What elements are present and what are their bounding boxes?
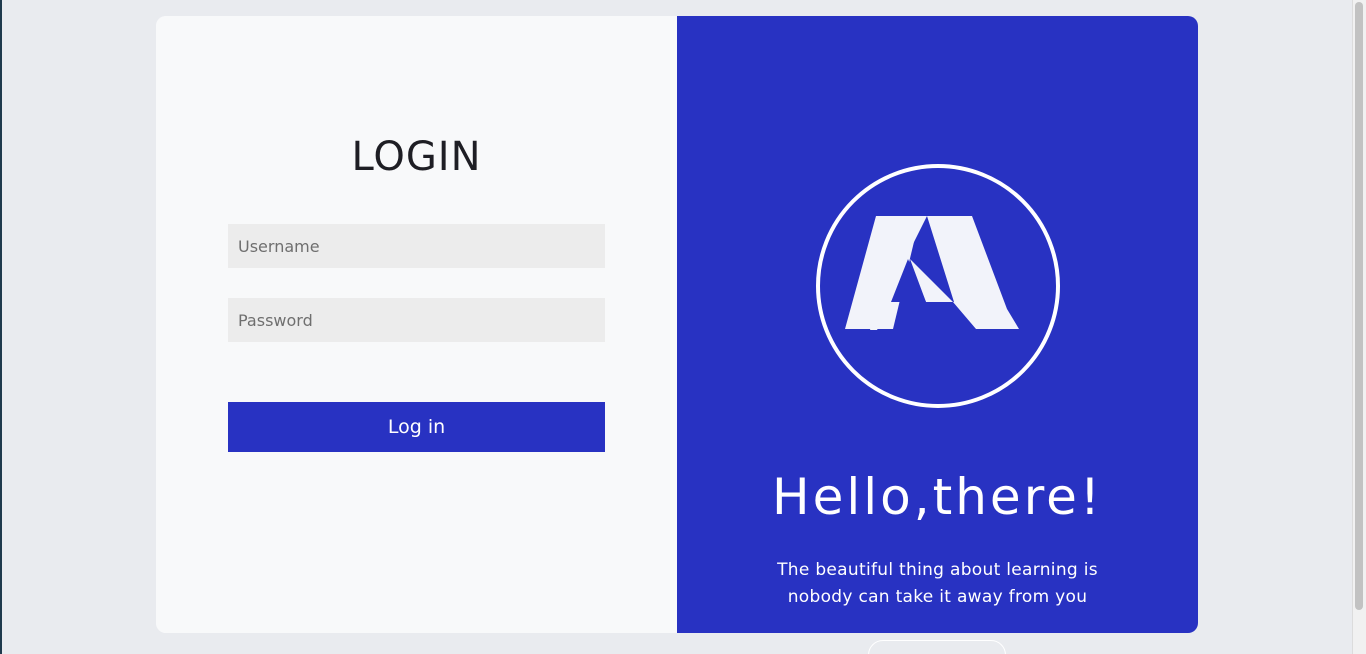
scrollbar-thumb[interactable] bbox=[1355, 2, 1363, 610]
page: LOGIN Log in Hello,there! The beautiful … bbox=[0, 0, 1366, 654]
greeting-heading: Hello,there! bbox=[772, 468, 1103, 526]
login-panel: LOGIN Log in bbox=[156, 16, 677, 633]
login-title: LOGIN bbox=[351, 134, 482, 180]
tagline-text: The beautiful thing about learning is no… bbox=[737, 557, 1138, 611]
welcome-panel: Hello,there! The beautiful thing about l… bbox=[677, 16, 1198, 633]
tagline-line-2: nobody can take it away from you bbox=[787, 587, 1088, 607]
tagline-line-1: The beautiful thing about learning is bbox=[777, 560, 1098, 580]
window-edge bbox=[0, 0, 2, 654]
login-button[interactable]: Log in bbox=[228, 402, 605, 452]
login-card: LOGIN Log in Hello,there! The beautiful … bbox=[156, 16, 1198, 633]
brand-logo-icon bbox=[816, 164, 1060, 408]
partially-visible-button[interactable] bbox=[868, 640, 1006, 654]
password-input[interactable] bbox=[228, 298, 605, 342]
username-input[interactable] bbox=[228, 224, 605, 268]
vertical-scrollbar[interactable] bbox=[1352, 0, 1366, 654]
